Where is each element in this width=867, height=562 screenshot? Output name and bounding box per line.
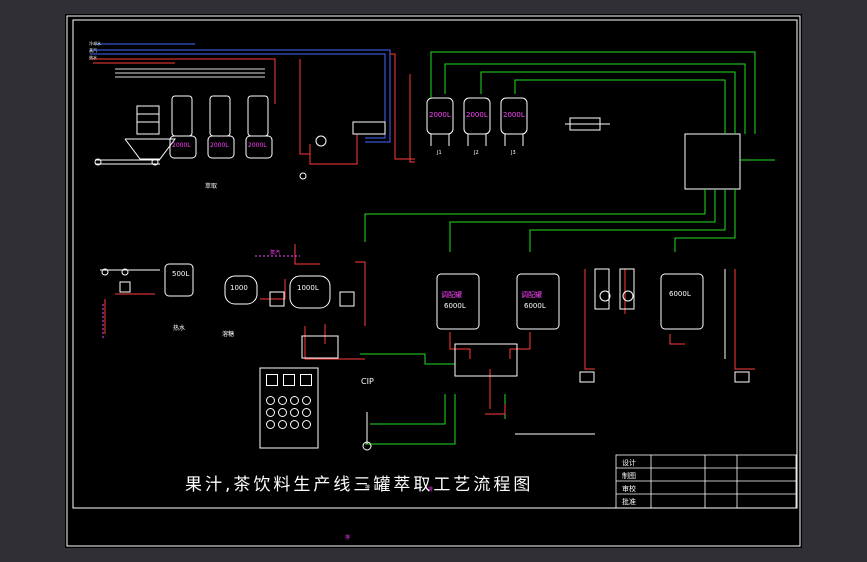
- top-tank-1-tag: J1: [437, 150, 442, 156]
- utility-tag-1: 冷却水: [89, 41, 101, 46]
- drawing-sheet: 2000L 2000L 2000L J1 J2 J3 2000L 2000L 2…: [65, 14, 802, 548]
- top-tank-3-tag: J3: [511, 150, 516, 156]
- white-bars-top: [115, 68, 265, 78]
- red-pipes: [104, 74, 755, 415]
- panel-knob: [278, 408, 287, 417]
- panel-knob: [266, 396, 275, 405]
- panel-indicator-3: [300, 374, 312, 386]
- extraction-tank-group: [94, 95, 386, 180]
- extract-tank-volume: 1000L: [297, 284, 319, 292]
- control-panel: [260, 368, 318, 448]
- panel-indicator-2: [283, 374, 295, 386]
- left-tank-1-volume: 2000L: [172, 142, 191, 149]
- title-block-grid: [615, 454, 797, 509]
- title-block-review: 审校: [622, 485, 636, 493]
- panel-knob: [290, 420, 299, 429]
- utility-tag-2: 蒸汽: [89, 48, 97, 53]
- panel-knob: [278, 420, 287, 429]
- drawing-title: 果汁,茶饮料生产线三罐萃取工艺流程图: [185, 475, 534, 495]
- top-tank-3-volume: 2000L: [503, 111, 525, 119]
- blend-tank-1-label: 调配罐: [441, 291, 462, 299]
- panel-knob: [266, 408, 275, 417]
- blend-tank-2-volume: 6000L: [524, 302, 546, 310]
- left-tank-3-volume: 2000L: [248, 142, 267, 149]
- top-tank-2-tag: J2: [474, 150, 479, 156]
- utility-tag-3: 热水: [89, 55, 97, 60]
- panel-knob: [290, 408, 299, 417]
- top-tank-2-volume: 2000L: [466, 111, 488, 119]
- top-tank-1-volume: 2000L: [429, 111, 451, 119]
- panel-knob: [302, 420, 311, 429]
- title-block-draw: 制图: [622, 472, 636, 480]
- panel-knob: [302, 396, 311, 405]
- steam-label: 蒸汽: [270, 250, 281, 256]
- hot-water-tank-volume: 500L: [172, 270, 190, 278]
- panel-indicator-1: [266, 374, 278, 386]
- panel-knob: [266, 420, 275, 429]
- dissolve-label: 溶糖: [222, 331, 235, 338]
- cip-label: CIP: [361, 377, 374, 386]
- panel-knob: [278, 396, 287, 405]
- drain-label-3: 排: [345, 535, 351, 541]
- dissolve-tank-volume: 1000: [230, 284, 248, 292]
- title-block-design: 设计: [622, 459, 636, 467]
- blend-tank-2-label: 调配罐: [521, 291, 542, 299]
- panel-knob: [290, 396, 299, 405]
- hot-water-label: 热水: [173, 325, 186, 332]
- green-pipes: [360, 51, 775, 445]
- blend-tank-3-volume: 6000L: [669, 290, 691, 298]
- panel-knob: [302, 408, 311, 417]
- flow-diagram: [66, 15, 801, 547]
- blend-tank-1-volume: 6000L: [444, 302, 466, 310]
- left-tank-2-volume: 2000L: [210, 142, 229, 149]
- title-block-approve: 批准: [622, 498, 636, 506]
- extract-label: 萃取: [205, 183, 218, 190]
